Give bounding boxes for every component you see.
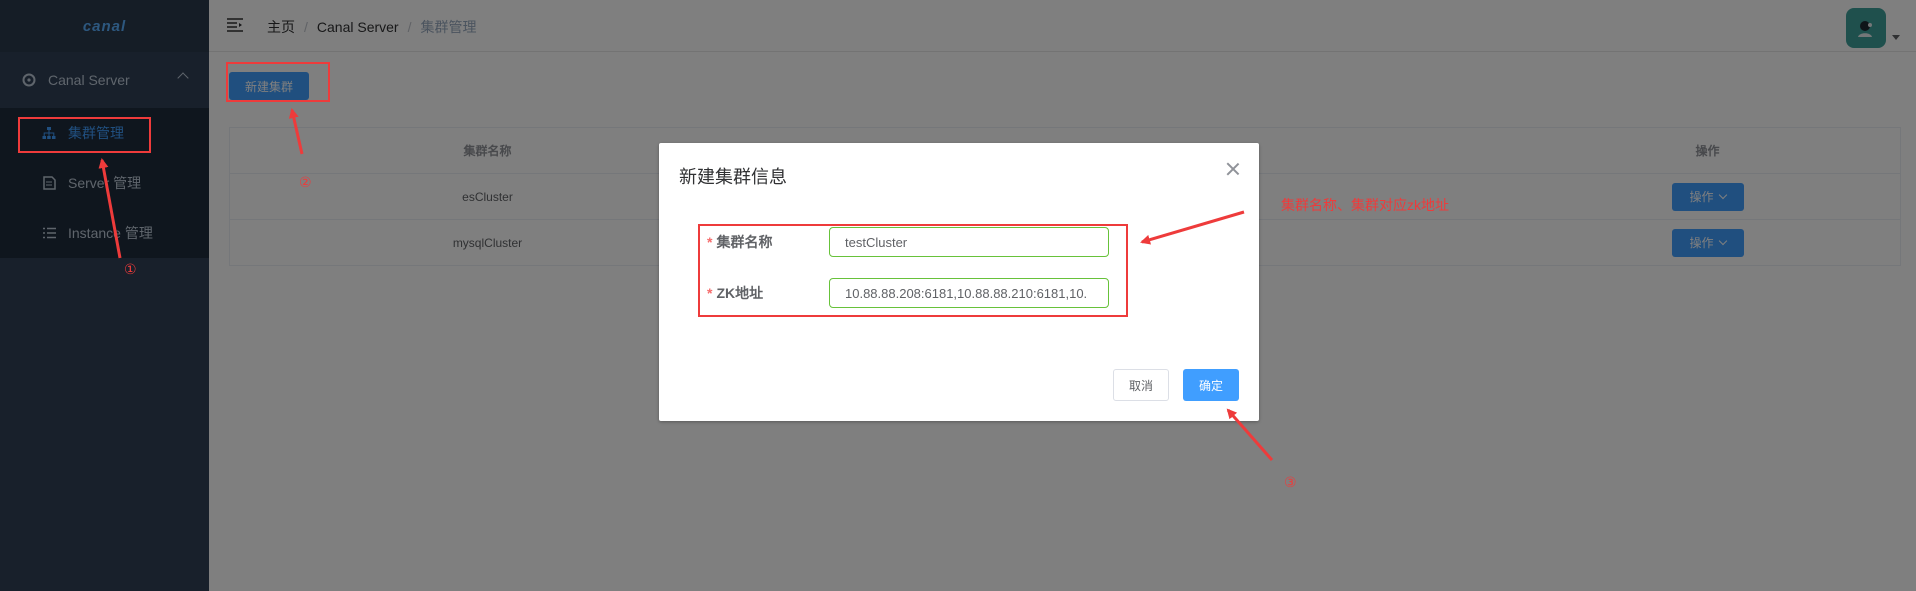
arrow-step-1	[98, 158, 122, 259]
arrow-step-3	[1226, 408, 1274, 461]
annotation-arrows	[98, 108, 1274, 461]
arrow-step-2	[288, 108, 304, 155]
arrow-note	[1140, 210, 1245, 245]
